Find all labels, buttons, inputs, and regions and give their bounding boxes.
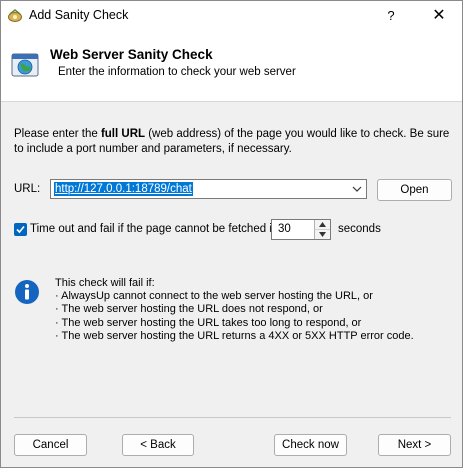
list-item: · The web server hosting the URL takes t…	[55, 316, 362, 329]
footer-divider	[14, 417, 451, 418]
spin-down-icon[interactable]	[314, 230, 330, 239]
cancel-button[interactable]: Cancel	[14, 434, 87, 456]
fail-conditions: This check will fail if: · AlwaysUp cann…	[55, 277, 455, 343]
checkmark-icon	[16, 225, 25, 234]
intro-pre: Please enter the	[14, 128, 101, 140]
app-icon	[7, 8, 23, 24]
open-button[interactable]: Open	[377, 179, 452, 201]
spin-up-icon[interactable]	[314, 220, 330, 230]
url-label: URL:	[14, 183, 41, 195]
seconds-label: seconds	[338, 223, 381, 235]
help-button[interactable]: ?	[368, 1, 414, 31]
add-sanity-check-dialog: Add Sanity Check ? ✕ Web Server Sanity C…	[0, 0, 463, 468]
timeout-stepper[interactable]: 30	[271, 219, 331, 240]
timeout-checkbox[interactable]	[14, 223, 27, 236]
next-button[interactable]: Next >	[378, 434, 451, 456]
header-subtitle: Enter the information to check your web …	[58, 66, 296, 78]
intro-bold: full URL	[100, 128, 146, 140]
check-now-button[interactable]: Check now	[274, 434, 347, 456]
url-combobox[interactable]: http://127.0.0.1:18789/chat	[50, 179, 367, 199]
header-panel: Web Server Sanity Check Enter the inform…	[1, 31, 462, 102]
title-bar: Add Sanity Check ? ✕	[1, 1, 462, 31]
timeout-label: Time out and fail if the page cannot be …	[30, 223, 279, 235]
list-item: · The web server hosting the URL does no…	[55, 303, 323, 316]
close-button[interactable]: ✕	[416, 1, 462, 31]
intro-text: Please enter the full URL (web address) …	[14, 127, 454, 157]
timeout-value[interactable]: 30	[278, 223, 291, 235]
header-title: Web Server Sanity Check	[50, 47, 213, 62]
back-button[interactable]: < Back	[122, 434, 194, 456]
url-input[interactable]: http://127.0.0.1:18789/chat	[54, 182, 193, 196]
globe-window-icon	[11, 51, 39, 79]
list-item: · AlwaysUp cannot connect to the web ser…	[55, 290, 373, 303]
chevron-down-icon[interactable]	[350, 181, 364, 197]
list-item: · The web server hosting the URL returns…	[55, 329, 414, 342]
window-title: Add Sanity Check	[29, 8, 129, 22]
fail-heading: This check will fail if:	[55, 277, 155, 289]
info-icon	[14, 279, 40, 305]
